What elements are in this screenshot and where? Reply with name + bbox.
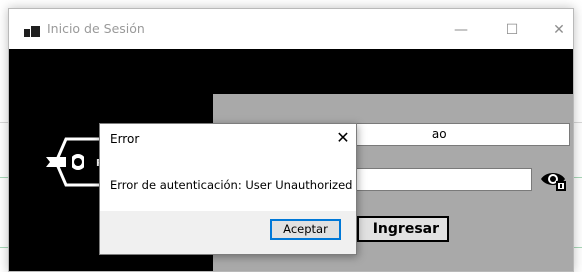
error-dialog: Error ✕ Error de autenticación: User Una…	[99, 123, 357, 255]
window-title: Inicio de Sesión	[47, 21, 145, 36]
login-button[interactable]: Ingresar	[357, 216, 449, 242]
close-button[interactable]: ✕	[537, 17, 581, 43]
dialog-footer: Aceptar	[100, 211, 356, 254]
dialog-message: Error de autenticación: User Unauthorize…	[110, 178, 353, 192]
app-icon	[24, 26, 40, 38]
minimize-button[interactable]: —	[439, 17, 483, 43]
accept-button[interactable]: Aceptar	[270, 219, 341, 240]
username-value: ao	[431, 127, 447, 141]
dialog-close-button[interactable]: ✕	[332, 127, 354, 149]
eye-icon[interactable]	[540, 169, 566, 191]
dialog-title: Error	[110, 132, 140, 146]
maximize-button[interactable]: ☐	[490, 17, 534, 43]
title-bar[interactable]: Inicio de Sesión — ☐ ✕	[9, 9, 573, 49]
